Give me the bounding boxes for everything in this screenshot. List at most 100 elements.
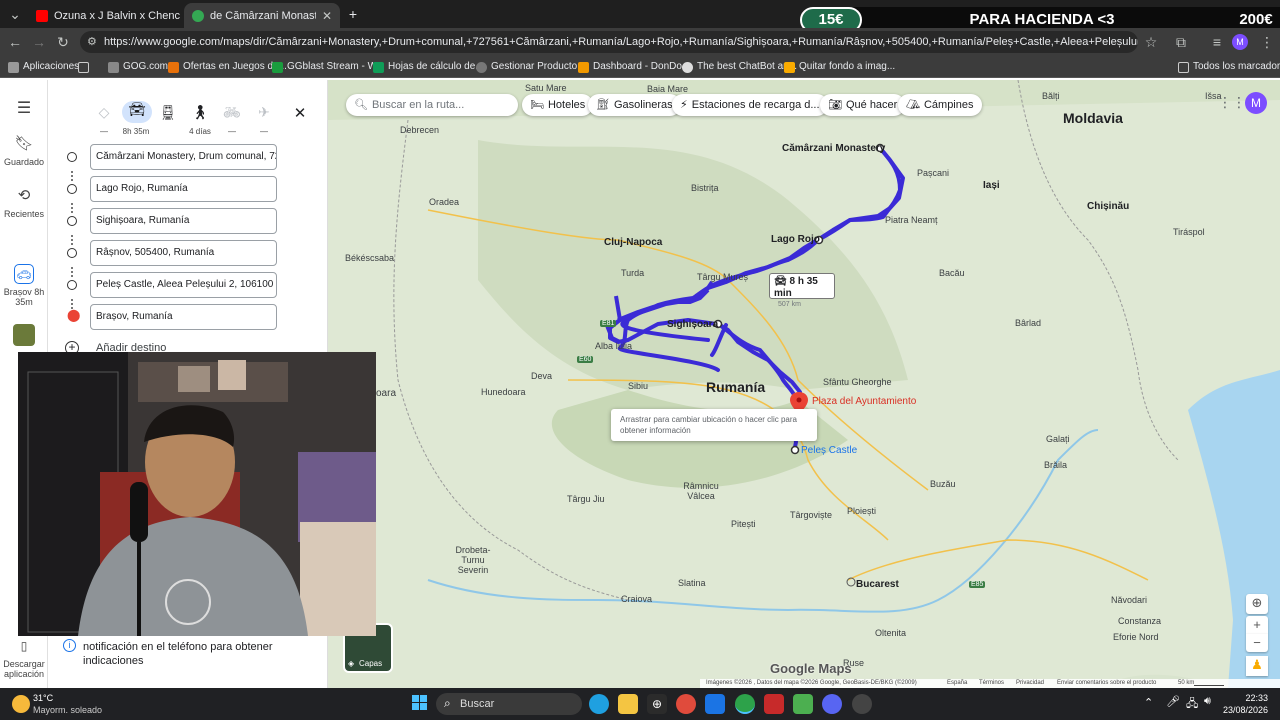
bookmark-grid[interactable] [78,59,89,75]
stop-input-2[interactable]: Lago Rojo, Rumanía [90,176,277,202]
place-label-plaza[interactable]: Plaza del Ayuntamiento [812,396,916,407]
route-duration-callout[interactable]: 🚘︎ 8 h 35 min 507 km [769,273,835,308]
weather-sun-icon[interactable] [12,695,30,713]
network-icon[interactable]: 🖧︎ [1186,695,1198,714]
footer-link[interactable]: Términos [979,679,1004,688]
close-tab-icon[interactable]: ✕ [322,9,332,23]
place-label[interactable]: Cămârzani Monastery [782,143,885,154]
rail-brasov-route[interactable]: 🚗︎ Brașov 8h 35m [0,264,48,307]
footer-link[interactable]: Enviar comentarios sobre el producto [1057,679,1156,688]
fuel-icon: ⛽︎ [596,99,610,111]
chrome-active-icon[interactable] [735,694,755,714]
place-label-peles[interactable]: Peleș Castle [801,445,857,456]
discord-icon[interactable] [822,694,842,714]
stop-input-origin[interactable]: Cămârzani Monastery, Drum comunal, 72 [90,144,277,170]
grid-icon [78,61,89,73]
extensions-icon[interactable]: ⧉ [1172,33,1190,51]
chip-campsites[interactable]: ⛺︎ Cámpines [898,94,982,116]
stop-marker-peles[interactable] [790,445,800,455]
taskbar-search[interactable]: ⌕ Buscar [436,693,582,715]
app-icon[interactable] [705,694,725,714]
stop-input-destination[interactable]: Brașov, Rumanía [90,304,277,330]
site-info-icon[interactable]: ⚙ [87,31,97,53]
bookmark-gog[interactable]: GOG.com [108,59,168,75]
mode-car-icon[interactable]: 🚘︎ [122,101,152,123]
tab-search-icon[interactable]: ⌄ [6,5,24,23]
bookmark-chatbot[interactable]: The best ChatBot an... [682,59,797,75]
rail-thumbnail[interactable] [0,324,48,349]
road-line [847,539,1149,581]
close-directions-icon[interactable]: ✕ [286,104,314,122]
reading-list-icon[interactable]: ≡ [1208,33,1226,51]
chip-gas[interactable]: ⛽︎ Gasolineras [588,94,681,116]
file-explorer-icon[interactable] [618,694,638,714]
mode-transit-icon[interactable]: 🚆︎ [154,104,182,121]
footer-link[interactable]: Privacidad [1016,679,1044,688]
stop-input-4[interactable]: Râșnov, 505400, Rumanía [90,240,277,266]
start-button[interactable] [412,695,428,711]
mode-best-icon[interactable]: ◇ [90,104,118,121]
place-label: Bucarest [856,579,899,590]
new-tab-icon[interactable]: + [344,5,362,23]
stop-row: Cămârzani Monastery, Drum comunal, 72 [62,144,282,170]
sheets-icon [373,61,384,73]
search-icon: ⌕ [444,696,451,710]
zoom-in-button[interactable]: + [1246,616,1268,634]
forward-icon[interactable]: → [30,33,48,51]
road-badge: E81 [600,320,617,327]
clock-date[interactable]: 23/08/2026 [1218,705,1268,715]
bookmark-all[interactable]: Todos los marcadores [1178,59,1280,75]
bookmark-apps[interactable]: Aplicaciones [8,59,79,75]
chrome-icon[interactable] [676,694,696,714]
stop-row: Peleș Castle, Aleea Peleșului 2, 106100 … [62,272,282,298]
bookmark-quitar-fondo[interactable]: Quitar fondo a imag... [784,59,895,75]
send-to-phone-note: notificación en el teléfono para obtener… [83,641,273,667]
stop-input-3[interactable]: Sighișoara, Rumanía [90,208,277,234]
rail-saved[interactable]: 🔖︎ Guardado [0,134,48,167]
back-icon[interactable]: ← [6,33,24,51]
mode-bike-icon[interactable]: 🚲︎ [218,104,246,121]
chip-things-to-do[interactable]: 📷︎ Qué hacer [820,94,906,116]
clock-time[interactable]: 22:33 [1224,693,1268,703]
tab-maps[interactable]: de Cămârzani Monastery a Braşov ✕ [184,3,340,28]
place-label[interactable]: Sighișoara [667,319,718,330]
rail-download-app[interactable]: ▯ Descargar aplicación [0,636,48,679]
app-icon[interactable] [764,694,784,714]
reload-icon[interactable]: ↻ [54,33,72,51]
route-search-input[interactable]: 🔍︎ Buscar en la ruta... [346,94,518,116]
zoom-out-button[interactable]: − [1246,634,1268,652]
account-avatar[interactable]: M [1245,92,1267,114]
menu-hamburger-icon[interactable]: ☰ [0,98,48,118]
footer-link[interactable]: España [947,679,967,688]
bookmark-dashboard[interactable]: Dashboard - DonDo... [578,59,690,75]
weather-temp[interactable]: 31°C [33,693,53,703]
chip-hotels[interactable]: 🛏︎ Hoteles [522,94,594,116]
edge-icon[interactable] [589,694,609,714]
mic-icon[interactable]: 🎤︎ [1166,695,1180,708]
address-bar[interactable]: ⚙ https://www.google.com/maps/dir/Cămârz… [80,31,1138,53]
bookmark-star-icon[interactable]: ☆ [1142,33,1160,51]
bookmark-ggblast[interactable]: GGblast Stream - W... [272,59,385,75]
stop-input-5[interactable]: Peleș Castle, Aleea Peleșului 2, 106100 … [90,272,277,298]
bookmark-productos[interactable]: Gestionar Producto... [476,59,586,75]
rail-recent[interactable]: ⟲ Recientes [0,186,48,219]
app-icon[interactable] [852,694,872,714]
app-icon[interactable]: ⊕ [647,694,667,714]
mode-flight-icon[interactable]: ✈ [250,104,278,121]
chip-charging[interactable]: ⚡︎ Estaciones de recarga d... [672,94,828,116]
profile-avatar[interactable]: M [1232,34,1248,50]
app-icon[interactable] [793,694,813,714]
volume-icon[interactable]: 🔊︎ [1204,695,1211,708]
bookmark-ofertas[interactable]: Ofertas en Juegos de... [168,59,287,75]
my-location-icon[interactable]: ⊕ [1246,594,1268,614]
mode-walk-icon[interactable]: 🚶︎ [186,104,214,121]
menu-icon[interactable]: ⋮ [1258,33,1276,51]
tray-chevron-icon[interactable]: ⌃ [1144,696,1153,709]
apps-grid-icon[interactable]: ⋮⋮ [1218,94,1246,111]
street-view-pegman-icon[interactable]: ♟ [1246,656,1268,676]
stop-circle-icon [67,152,77,162]
bookmark-sheets[interactable]: Hojas de cálculo de... [373,59,484,75]
tab-music[interactable]: Ozuna x J Balvin x Chencho 🔊 ✕ [28,3,180,28]
place-label[interactable]: Lago Rojo [771,234,820,245]
windows-taskbar: 31°C Mayorm. soleado ⌕ Buscar ⊕ ⌃ 🎤︎ 🖧︎ … [0,688,1280,720]
